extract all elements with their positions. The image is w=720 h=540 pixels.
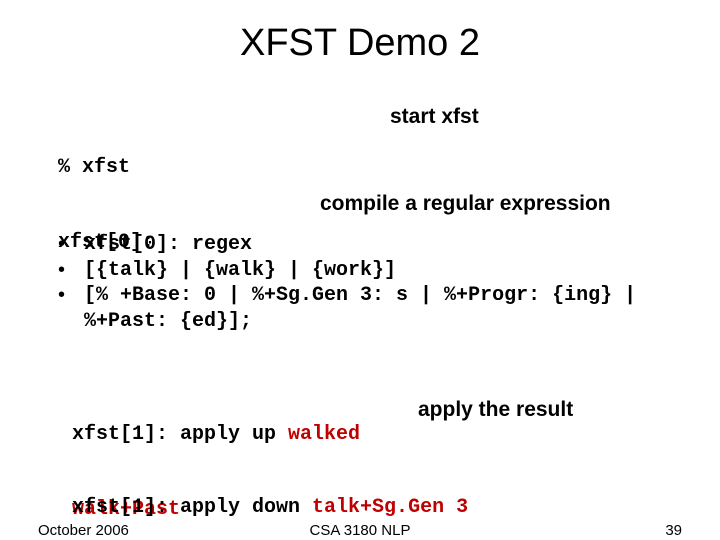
code-line: xfst[1]: apply down talk+Sg.Gen 3 [72,495,468,520]
bullet-item: • xfst[0]: regex [58,232,678,258]
bullet-dot-icon: • [58,283,84,334]
bullet-text: [% +Base: 0 | %+Sg.Gen 3: s | %+Progr: {… [84,283,678,334]
bullet-text: xfst[0]: regex [84,232,252,258]
footer-page-number: 39 [665,522,682,539]
annotation-apply: apply the result [418,398,573,422]
code-line: % xfst [58,155,154,180]
annotation-start: start xfst [390,105,479,129]
bullet-dot-icon: • [58,258,84,284]
code-arg: walked [288,423,360,446]
bullet-list: • xfst[0]: regex • [{talk} | {walk} | {w… [58,232,678,334]
bullet-item: • [% +Base: 0 | %+Sg.Gen 3: s | %+Progr:… [58,283,678,334]
code-arg: talk+Sg.Gen 3 [312,496,468,519]
code-line: xfst[1]: apply up walked [72,422,360,447]
slide: XFST Demo 2 % xfst xfst[0]: start xfst c… [0,0,720,540]
slide-title: XFST Demo 2 [0,22,720,65]
bullet-text: [{talk} | {walk} | {work}] [84,258,396,284]
annotation-compile: compile a regular expression [320,192,611,216]
footer-course: CSA 3180 NLP [0,522,720,539]
bullet-dot-icon: • [58,232,84,258]
bullet-item: • [{talk} | {walk} | {work}] [58,258,678,284]
